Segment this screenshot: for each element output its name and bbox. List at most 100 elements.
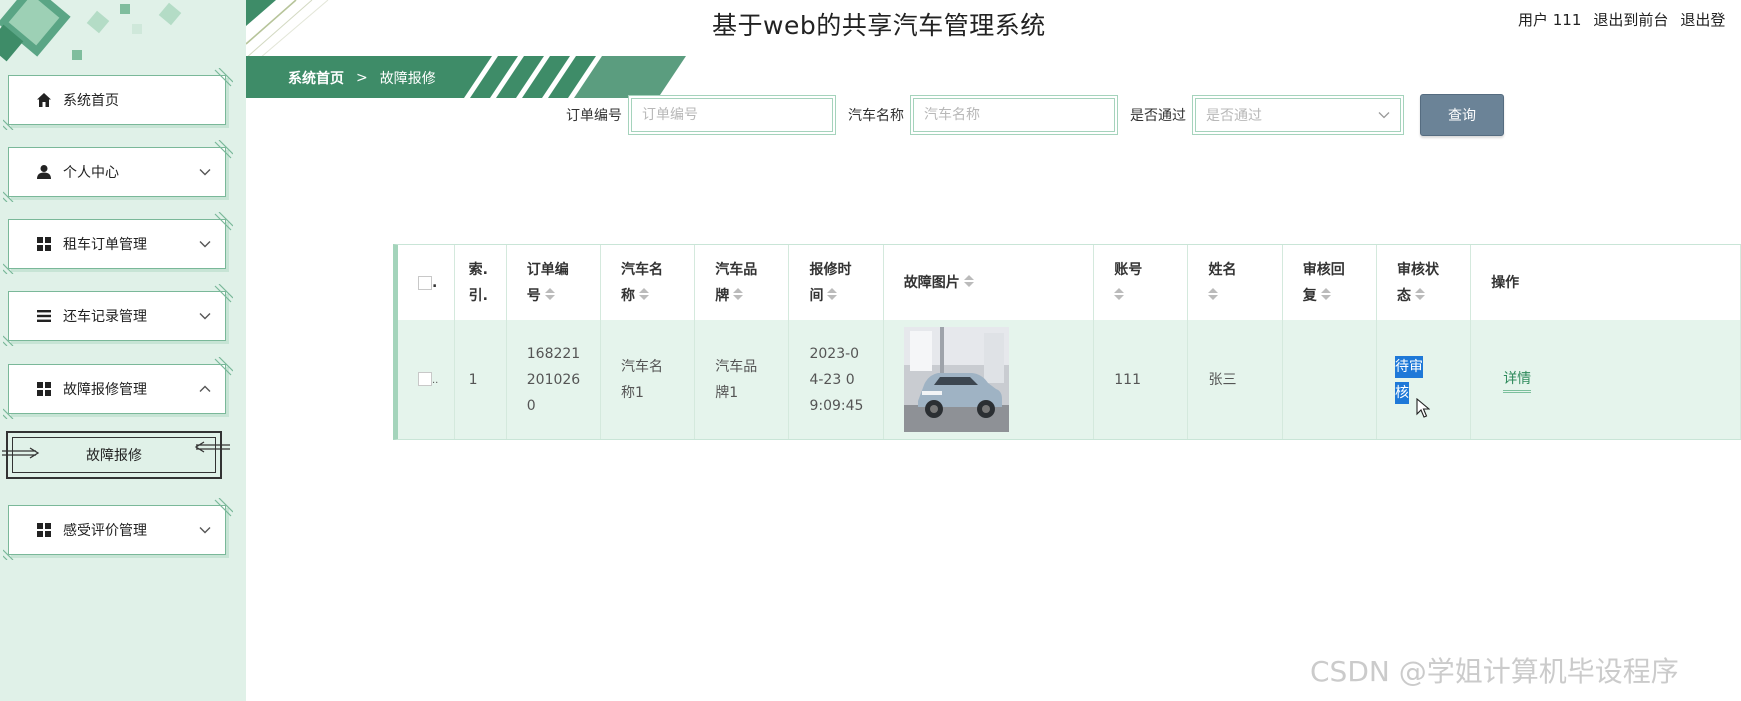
header-order-number[interactable]: 订单编 号 xyxy=(506,245,602,320)
sidebar-item-fault-repair[interactable]: 故障报修管理 xyxy=(3,357,233,419)
sidebar-item-home[interactable]: 系统首页 xyxy=(3,68,233,130)
grid-icon xyxy=(35,380,53,398)
header-repair-time[interactable]: 报修时 间 xyxy=(788,245,884,320)
sidebar-item-label: 个人中心 xyxy=(63,165,119,181)
sidebar-item-return-records[interactable]: 还车记录管理 xyxy=(3,284,233,346)
chevron-up-icon xyxy=(199,381,211,397)
sidebar-decoration xyxy=(0,0,182,62)
corner-decoration xyxy=(214,498,233,517)
sidebar: 系统首页 个人中心 租车订单管理 还车记录管理 故障报修管理 故障报修 感受评价… xyxy=(0,0,246,701)
cell-line: 168221 xyxy=(526,345,581,362)
watermark: CSDN @学姐计算机毕设程序 xyxy=(1310,655,1679,688)
back-to-front-link[interactable]: 退出到前台 xyxy=(1593,9,1668,30)
header-label: 姓名 xyxy=(1208,261,1237,278)
fault-repair-table: . 索. 引. 订单编 号 汽车名 称 汽车品 牌 报修时 间 故障图片 账号 … xyxy=(393,244,1741,440)
table-header-row: . 索. 引. 订单编 号 汽车名 称 汽车品 牌 报修时 间 故障图片 账号 … xyxy=(398,245,1741,320)
header-account[interactable]: 账号 xyxy=(1093,245,1189,320)
query-button[interactable]: 查询 xyxy=(1420,94,1504,136)
status-text-selected: 待审 xyxy=(1394,355,1423,378)
row-checkbox[interactable] xyxy=(418,371,432,386)
row-select-cell: .. xyxy=(398,320,455,439)
sort-icon[interactable] xyxy=(544,283,555,309)
sidebar-item-label: 感受评价管理 xyxy=(63,523,147,539)
row-repair-time: 2023-0 4-23 0 9:09:45 xyxy=(788,320,884,439)
approved-select[interactable]: 是否通过 xyxy=(1195,98,1401,132)
sidebar-subitem-fault-repair[interactable]: 故障报修 xyxy=(2,431,230,479)
header-label: 账号 xyxy=(1114,261,1143,278)
car-name-label: 汽车名称 xyxy=(848,108,904,124)
header-label: 报修时 xyxy=(809,261,852,278)
logout-link[interactable]: 退出登 xyxy=(1680,9,1725,30)
corner-decoration xyxy=(214,68,233,87)
cell-line: 0 xyxy=(526,397,536,414)
corner-decoration xyxy=(214,212,233,231)
corner-decoration xyxy=(214,357,233,376)
sidebar-item-personal-center[interactable]: 个人中心 xyxy=(3,140,233,202)
corner-decoration xyxy=(3,119,14,130)
user-bar: 用户 111 退出到前台 退出登 xyxy=(1518,9,1725,30)
order-number-input[interactable] xyxy=(631,98,833,132)
row-index: 1 xyxy=(454,320,507,439)
cell-line: 汽车名 xyxy=(621,358,663,375)
row-name: 张三 xyxy=(1187,320,1283,439)
fault-image-thumbnail[interactable] xyxy=(903,327,1009,432)
sidebar-item-feedback[interactable]: 感受评价管理 xyxy=(3,498,233,560)
header-actions: 操作 xyxy=(1470,245,1741,320)
header-label: 索. xyxy=(468,261,488,278)
cell-line: 牌1 xyxy=(715,384,739,401)
chevron-down-icon xyxy=(199,164,211,180)
page-title: 基于web的共享汽车管理系统 xyxy=(712,11,1046,40)
sort-icon[interactable] xyxy=(1114,283,1125,309)
header-label: 操作 xyxy=(1491,274,1520,291)
corner-decoration xyxy=(214,284,233,303)
header-label: 态 xyxy=(1396,287,1411,304)
sort-icon[interactable] xyxy=(1414,283,1425,309)
corner-decoration xyxy=(3,263,14,274)
cell-line: 201026 xyxy=(526,371,581,388)
header-label: 订单编 xyxy=(526,261,569,278)
breadcrumb: 系统首页 > 故障报修 xyxy=(288,68,436,88)
detail-link[interactable]: 详情 xyxy=(1503,368,1532,393)
grid-icon xyxy=(35,235,53,253)
breadcrumb-home[interactable]: 系统首页 xyxy=(288,68,344,88)
select-all-checkbox[interactable] xyxy=(418,275,432,290)
row-actions: 详情 xyxy=(1470,320,1741,439)
header-label: 复 xyxy=(1302,287,1317,304)
approved-label: 是否通过 xyxy=(1130,108,1186,124)
header-label: 号 xyxy=(526,287,541,304)
header-car-brand[interactable]: 汽车品 牌 xyxy=(694,245,790,320)
sort-icon[interactable] xyxy=(733,283,744,309)
corner-decoration xyxy=(3,335,14,346)
order-number-field-wrap xyxy=(628,95,836,135)
breadcrumb-current: 故障报修 xyxy=(379,71,436,87)
header-decoration xyxy=(246,0,329,58)
sidebar-item-rental-orders[interactable]: 租车订单管理 xyxy=(3,212,233,274)
arrow-left-icon xyxy=(194,441,230,453)
sort-icon[interactable] xyxy=(639,283,649,309)
approved-select-placeholder: 是否通过 xyxy=(1206,108,1262,124)
sidebar-item-label: 租车订单管理 xyxy=(63,237,147,253)
current-user: 用户 111 xyxy=(1518,11,1582,29)
cell-line: 称1 xyxy=(621,384,644,401)
sort-icon[interactable] xyxy=(827,283,838,309)
header-review-reply[interactable]: 审核回 复 xyxy=(1282,245,1377,320)
corner-decoration xyxy=(3,549,14,560)
header-review-status[interactable]: 审核状 态 xyxy=(1376,245,1472,320)
row-order-number: 168221 201026 0 xyxy=(506,320,602,439)
header-fault-image[interactable]: 故障图片 xyxy=(883,245,1095,320)
header-label: 牌 xyxy=(715,287,730,304)
car-name-input[interactable] xyxy=(913,98,1115,132)
order-number-label: 订单编号 xyxy=(566,108,622,124)
header-car-name[interactable]: 汽车名 称 xyxy=(600,245,696,320)
row-account: 111 xyxy=(1093,320,1189,439)
breadcrumb-separator: > xyxy=(356,70,368,86)
header-label: 间 xyxy=(809,287,824,304)
sort-icon[interactable] xyxy=(963,270,974,296)
sidebar-subitem-label: 故障报修 xyxy=(86,448,142,464)
sidebar-item-label: 系统首页 xyxy=(63,93,119,109)
header-name[interactable]: 姓名 xyxy=(1187,245,1283,320)
sort-icon[interactable] xyxy=(1320,283,1331,309)
corner-decoration xyxy=(3,191,14,202)
row-review-status: 待审 核 xyxy=(1376,320,1472,439)
sort-icon[interactable] xyxy=(1208,283,1219,309)
